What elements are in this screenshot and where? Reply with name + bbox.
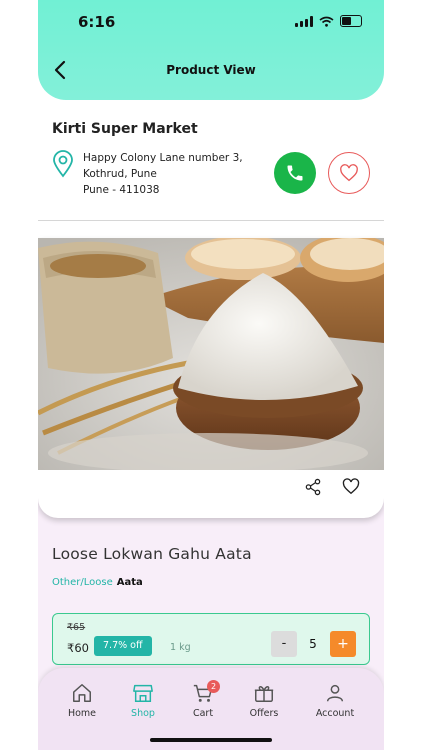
nav-cart[interactable]: 2 Cart <box>173 680 233 719</box>
nav-home[interactable]: Home <box>52 682 112 719</box>
quantity-value: 5 <box>309 637 317 651</box>
decrease-quantity-button[interactable]: - <box>271 631 297 657</box>
store-name: Kirti Super Market <box>52 121 198 137</box>
nav-shop-label: Shop <box>131 708 155 719</box>
nav-shop[interactable]: Shop <box>113 682 173 719</box>
product-category: Other/Loose Aata <box>52 577 143 588</box>
favorite-store-button[interactable] <box>328 152 370 194</box>
nav-account-label: Account <box>315 708 355 719</box>
account-icon <box>326 684 344 702</box>
cart-count-badge: 2 <box>207 680 220 693</box>
selling-price: ₹60 <box>67 641 89 655</box>
phone-screen: 6:16 Product View Kirti Super Market Hap… <box>38 0 384 750</box>
wishlist-heart-icon[interactable] <box>342 478 360 495</box>
location-pin-icon <box>53 150 73 178</box>
address-line-1: Happy Colony Lane number 3, <box>83 152 243 164</box>
shop-icon <box>133 684 153 702</box>
status-time: 6:16 <box>78 13 116 31</box>
heart-icon <box>340 164 358 182</box>
mrp-price: ₹65 <box>67 622 86 633</box>
nav-offers-label: Offers <box>249 708 279 719</box>
nav-account[interactable]: Account <box>305 682 365 719</box>
home-indicator <box>150 738 272 742</box>
category-path[interactable]: Other/Loose <box>52 577 113 588</box>
store-address: Happy Colony Lane number 3, Kothrud, Pun… <box>83 150 243 198</box>
product-image <box>38 238 384 470</box>
phone-icon <box>287 165 303 181</box>
product-image-card <box>38 238 384 518</box>
address-line-2: Kothrud, Pune <box>83 168 157 180</box>
wifi-icon <box>319 16 334 27</box>
share-icon[interactable] <box>304 478 322 496</box>
nav-offers[interactable]: Offers <box>234 682 294 719</box>
product-name: Loose Lokwan Gahu Aata <box>52 545 252 563</box>
discount-badge: 7.7% off <box>94 636 152 656</box>
battery-icon <box>340 15 362 27</box>
offers-icon <box>254 686 274 702</box>
call-button[interactable] <box>274 152 316 194</box>
unit-size: 1 kg <box>170 642 191 653</box>
nav-cart-label: Cart <box>192 708 214 719</box>
address-line-3: Pune - 411038 <box>83 184 160 196</box>
page-title: Product View <box>166 63 256 77</box>
home-icon <box>73 684 91 702</box>
signal-icon <box>295 15 313 27</box>
nav-home-label: Home <box>67 708 97 719</box>
status-icons <box>295 15 362 27</box>
increase-quantity-button[interactable]: + <box>330 631 356 657</box>
app-header: 6:16 Product View <box>38 0 384 100</box>
price-box: ₹65 ₹60 7.7% off 1 kg - 5 + <box>52 613 370 665</box>
divider <box>38 220 384 221</box>
category-name: Aata <box>116 577 143 588</box>
